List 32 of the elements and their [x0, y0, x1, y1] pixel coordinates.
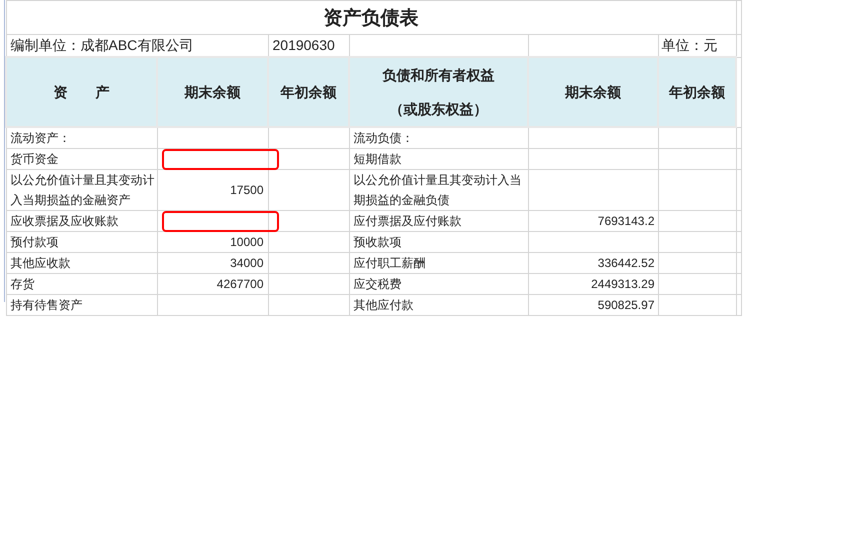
table-cell: 预付款项 — [6, 232, 157, 252]
table-cell: 以公允价值计量且其变动计入当期损益的金融资产 — [6, 170, 157, 210]
column-header: 期末余额 — [184, 83, 242, 102]
table-cell: 其他应付款 — [349, 294, 528, 316]
table-cell: 590825.97 — [528, 294, 658, 316]
table-cell: 4267700 — [157, 274, 268, 294]
table-cell: 7693143.2 — [528, 210, 658, 232]
table-cell: 应交税费 — [349, 274, 528, 294]
table-cell: 预收款项 — [349, 232, 528, 252]
table-cell: 持有待售资产 — [6, 294, 157, 316]
table-cell: 货币资金 — [6, 148, 157, 170]
table-cell: 10000 — [157, 232, 268, 252]
column-header: （或股东权益） — [388, 100, 488, 119]
column-header: 期末余额 — [564, 83, 622, 102]
column-header: 年初余额 — [279, 83, 338, 102]
table-cell: 应付票据及应付账款 — [349, 210, 528, 232]
table-cell: 应收票据及应收账款 — [6, 210, 157, 232]
table-cell: 其他应收款 — [6, 252, 157, 274]
table-cell: 流动负债： — [349, 127, 528, 148]
column-header: 资 产 — [52, 83, 110, 102]
sheet-title: 资产负债表 — [6, 0, 736, 34]
table-cell: 短期借款 — [349, 148, 528, 170]
table-cell: 17500 — [157, 170, 268, 210]
table-cell: 2449313.29 — [528, 274, 658, 294]
column-header: 负债和所有者权益 — [381, 66, 496, 85]
table-cell: 以公允价值计量且其变动计入当期损益的金融负债 — [349, 170, 528, 210]
table-cell: 应付职工薪酬 — [349, 252, 528, 274]
table-cell: 流动资产： — [6, 127, 157, 148]
table-cell: 336442.52 — [528, 252, 658, 274]
table-cell: 存货 — [6, 274, 157, 294]
table-cell: 34000 — [157, 252, 268, 274]
column-header: 年初余额 — [668, 83, 726, 102]
